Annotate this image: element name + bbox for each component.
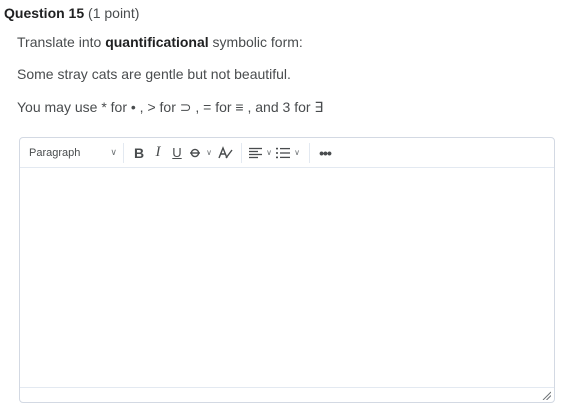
symbol-instructions: You may use * for • , > for ⊃ , = for ≡ … — [17, 99, 324, 115]
text-format-icon — [218, 145, 233, 158]
underline-button[interactable]: U — [167, 142, 187, 164]
editor-content-area[interactable] — [20, 168, 554, 388]
toolbar-divider — [123, 142, 124, 163]
question-sentence: Some stray cats are gentle but not beaut… — [17, 66, 291, 82]
strikethrough-button[interactable] — [187, 142, 203, 164]
chevron-down-icon: ∨ — [266, 148, 272, 157]
format-select[interactable]: Paragraph ∨ — [29, 142, 117, 164]
chevron-down-icon: ∨ — [294, 148, 300, 157]
bold-button[interactable]: B — [129, 142, 149, 164]
strikethrough-icon — [190, 148, 200, 157]
list-button[interactable] — [275, 142, 291, 164]
chevron-down-icon: ∨ — [206, 148, 212, 157]
chevron-down-icon: ∨ — [110, 147, 117, 157]
editor-toolbar: Paragraph ∨ B I U ∨ ∨ ∨ ••• — [20, 138, 554, 168]
align-dropdown[interactable]: ∨ — [263, 142, 275, 164]
editor-status-bar — [20, 387, 554, 402]
align-left-icon — [248, 147, 262, 158]
text-color-button[interactable] — [215, 142, 235, 164]
prompt-suffix: symbolic form: — [208, 34, 303, 50]
italic-button[interactable]: I — [149, 142, 167, 164]
resize-handle-icon[interactable] — [541, 390, 551, 400]
bullet-list-icon — [276, 147, 290, 158]
prompt-prefix: Translate into — [17, 34, 106, 50]
question-points: (1 point) — [88, 5, 140, 21]
align-button[interactable] — [247, 142, 263, 164]
prompt-bold: quantificational — [105, 34, 209, 50]
format-select-value: Paragraph — [29, 146, 81, 159]
list-dropdown[interactable]: ∨ — [291, 142, 303, 164]
toolbar-divider — [309, 142, 310, 163]
text-style-dropdown[interactable]: ∨ — [203, 142, 215, 164]
more-options-button[interactable]: ••• — [315, 142, 335, 164]
question-prompt: Translate into quantificational symbolic… — [17, 34, 303, 50]
question-header: Question 15 (1 point) — [4, 5, 139, 21]
question-title: Question 15 — [4, 5, 85, 21]
toolbar-divider — [241, 142, 242, 163]
rich-text-editor: Paragraph ∨ B I U ∨ ∨ ∨ ••• — [19, 137, 555, 403]
